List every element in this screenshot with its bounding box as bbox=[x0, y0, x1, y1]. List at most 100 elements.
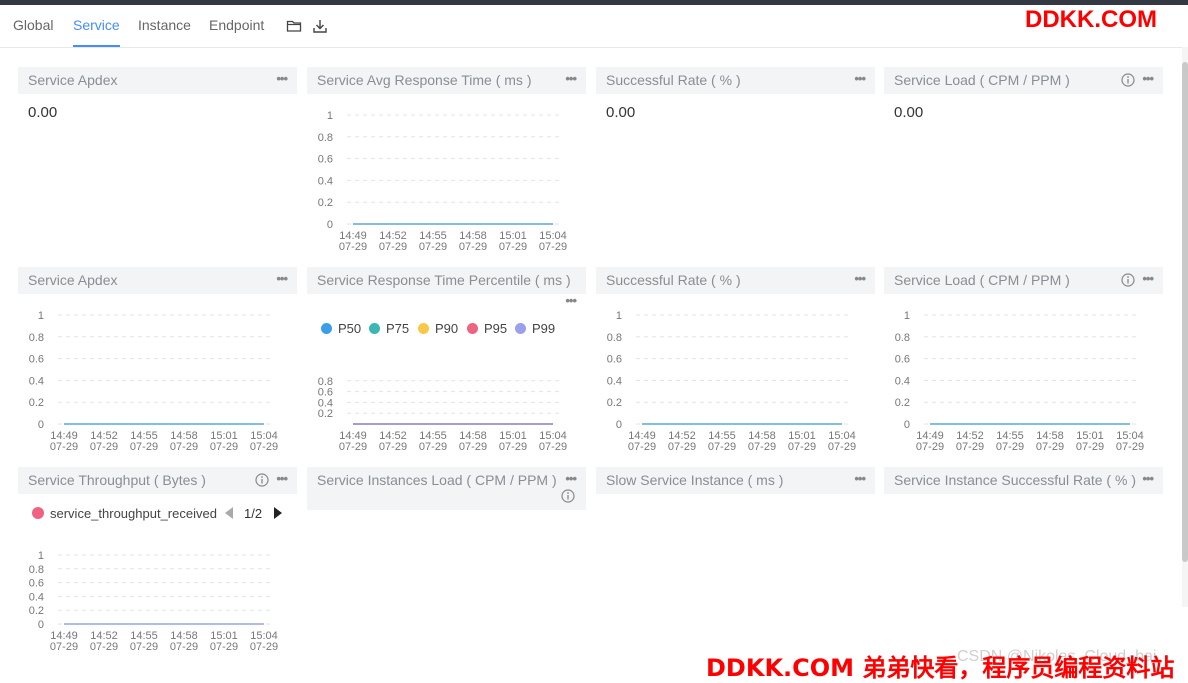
panel-header: Slow Service Instance ( ms ) ••• bbox=[596, 467, 875, 494]
x-tick-label: 07-29 bbox=[1076, 441, 1104, 453]
y-tick-label: 0.8 bbox=[318, 376, 333, 388]
x-tick-label: 07-29 bbox=[996, 441, 1024, 453]
scrollbar-thumb[interactable] bbox=[1182, 62, 1188, 562]
y-tick-label: 0.8 bbox=[895, 332, 910, 344]
y-tick-label: 0.8 bbox=[318, 132, 333, 144]
y-tick-label: 0.6 bbox=[318, 387, 333, 399]
tab-instance[interactable]: Instance bbox=[138, 5, 191, 45]
y-tick-label: 0.6 bbox=[318, 154, 333, 166]
metric-value: 0.00 bbox=[894, 104, 924, 121]
line-chart: 00.20.40.60.8114:4907-2914:5207-2914:550… bbox=[29, 550, 278, 653]
y-tick-label: 0.2 bbox=[607, 397, 622, 409]
y-tick-label: 0.4 bbox=[895, 375, 910, 387]
y-tick-label: 0.2 bbox=[895, 397, 910, 409]
y-tick-label: 0.8 bbox=[607, 332, 622, 344]
x-tick-label: 07-29 bbox=[708, 441, 736, 453]
panel-title: Service Instances Load ( CPM / PPM ) bbox=[317, 472, 557, 488]
tab-endpoint[interactable]: Endpoint bbox=[209, 5, 264, 45]
y-tick-label: 0.4 bbox=[318, 397, 333, 409]
panel-title: Service Instance Successful Rate ( % ) bbox=[894, 472, 1136, 488]
y-tick-label: 1 bbox=[38, 550, 44, 562]
x-tick-label: 07-29 bbox=[130, 441, 158, 453]
y-tick-label: 1 bbox=[38, 310, 44, 322]
panel-instances-load: Service Instances Load ( CPM / PPM ) ••• bbox=[307, 467, 586, 510]
more-icon[interactable]: ••• bbox=[276, 67, 288, 91]
x-tick-label: 07-29 bbox=[50, 641, 78, 653]
line-chart: 0.20.40.60.814:4907-2914:5207-2914:5507-… bbox=[318, 376, 567, 453]
x-tick-label: 07-29 bbox=[90, 441, 118, 453]
y-tick-label: 0 bbox=[38, 419, 44, 431]
x-tick-label: 07-29 bbox=[499, 241, 527, 253]
more-icon[interactable]: ••• bbox=[1142, 467, 1154, 491]
x-tick-label: 07-29 bbox=[250, 641, 278, 653]
y-tick-label: 1 bbox=[616, 310, 622, 322]
x-tick-label: 07-29 bbox=[379, 441, 407, 453]
watermark-bottom: DDKK.COM 弟弟快看，程序员编程资料站 bbox=[706, 654, 1175, 682]
more-icon[interactable]: ••• bbox=[1142, 67, 1154, 91]
panel-response-time-percentile: Service Response Time Percentile ( ms ) … bbox=[307, 267, 586, 457]
metric-value: 0.00 bbox=[28, 104, 58, 121]
x-tick-label: 07-29 bbox=[379, 241, 407, 253]
x-tick-label: 07-29 bbox=[339, 441, 367, 453]
y-tick-label: 0.6 bbox=[607, 354, 622, 366]
y-tick-label: 0.4 bbox=[29, 375, 44, 387]
dashboard-tab-bar: Global Service Instance Endpoint bbox=[0, 5, 1188, 48]
x-tick-label: 07-29 bbox=[668, 441, 696, 453]
download-icon[interactable] bbox=[312, 18, 328, 34]
x-tick-label: 07-29 bbox=[956, 441, 984, 453]
x-tick-label: 07-29 bbox=[50, 441, 78, 453]
x-tick-label: 07-29 bbox=[339, 241, 367, 253]
x-tick-label: 07-29 bbox=[1036, 441, 1064, 453]
y-tick-label: 0.2 bbox=[29, 605, 44, 617]
panel-service-load-chart: Service Load ( CPM / PPM ) ••• 0 0.2 0.4 0.… bbox=[884, 267, 1163, 457]
y-tick-label: 0.2 bbox=[318, 197, 333, 209]
panel-header: Service Instances Load ( CPM / PPM ) ••• bbox=[307, 467, 586, 510]
y-tick-label: 0.6 bbox=[29, 578, 44, 590]
tab-service[interactable]: Service bbox=[73, 5, 120, 47]
info-icon[interactable] bbox=[561, 489, 575, 503]
panel-service-load: Service Load ( CPM / PPM ) ••• 0.00 bbox=[884, 67, 1163, 257]
folder-icon[interactable] bbox=[286, 18, 302, 34]
info-icon[interactable] bbox=[1121, 73, 1135, 87]
x-tick-label: 07-29 bbox=[539, 441, 567, 453]
x-tick-label: 07-29 bbox=[130, 641, 158, 653]
more-icon[interactable]: ••• bbox=[565, 467, 577, 491]
more-icon[interactable]: ••• bbox=[854, 67, 866, 91]
y-tick-label: 0.2 bbox=[29, 397, 44, 409]
y-tick-label: 1 bbox=[327, 110, 333, 122]
y-tick-label: 0.8 bbox=[29, 332, 44, 344]
watermark-top: DDKK.COM bbox=[1025, 6, 1157, 33]
y-tick-label: 1 bbox=[904, 310, 910, 322]
panel-successful-rate-chart: Successful Rate ( % ) ••• 0 0.2 0.4 0.6 0.8 1… bbox=[596, 267, 875, 457]
line-chart: 00.20.40.60.8114:4907-2914:5207-2914:550… bbox=[607, 310, 856, 453]
x-tick-label: 07-29 bbox=[210, 441, 238, 453]
panel-header: Successful Rate ( % ) ••• bbox=[596, 67, 875, 94]
panel-header: Service Instance Successful Rate ( % ) •… bbox=[884, 467, 1163, 494]
metric-value: 0.00 bbox=[606, 104, 636, 121]
line-chart: 00.20.40.60.8114:4907-2914:5207-2914:550… bbox=[895, 310, 1144, 453]
x-tick-label: 07-29 bbox=[628, 441, 656, 453]
x-tick-label: 07-29 bbox=[916, 441, 944, 453]
y-tick-label: 0 bbox=[38, 619, 44, 631]
x-tick-label: 07-29 bbox=[170, 641, 198, 653]
x-tick-label: 07-29 bbox=[748, 441, 776, 453]
y-tick-label: 0.8 bbox=[29, 564, 44, 576]
x-tick-label: 07-29 bbox=[788, 441, 816, 453]
tab-global[interactable]: Global bbox=[13, 5, 53, 45]
y-tick-label: 0.4 bbox=[318, 175, 333, 187]
panel-title: Service Load ( CPM / PPM ) bbox=[894, 72, 1070, 88]
panel-title: Successful Rate ( % ) bbox=[606, 72, 741, 88]
line-chart: 00.20.40.60.8114:4907-2914:5207-2914:550… bbox=[29, 310, 278, 453]
x-tick-label: 07-29 bbox=[250, 441, 278, 453]
more-icon[interactable]: ••• bbox=[854, 467, 866, 491]
panel-service-avg-response-time: Service Avg Response Time ( ms ) ••• 0 0.… bbox=[307, 67, 586, 257]
y-tick-label: 0.4 bbox=[29, 591, 44, 603]
panel-slow-service-instance: Slow Service Instance ( ms ) ••• bbox=[596, 467, 875, 494]
y-tick-label: 0 bbox=[904, 419, 910, 431]
panel-service-throughput: Service Throughput ( Bytes ) ••• service… bbox=[18, 467, 297, 657]
y-tick-label: 0 bbox=[327, 219, 333, 231]
x-tick-label: 07-29 bbox=[459, 441, 487, 453]
x-tick-label: 07-29 bbox=[459, 241, 487, 253]
page-scrollbar[interactable] bbox=[1182, 47, 1188, 607]
panel-title: Service Apdex bbox=[28, 72, 118, 88]
